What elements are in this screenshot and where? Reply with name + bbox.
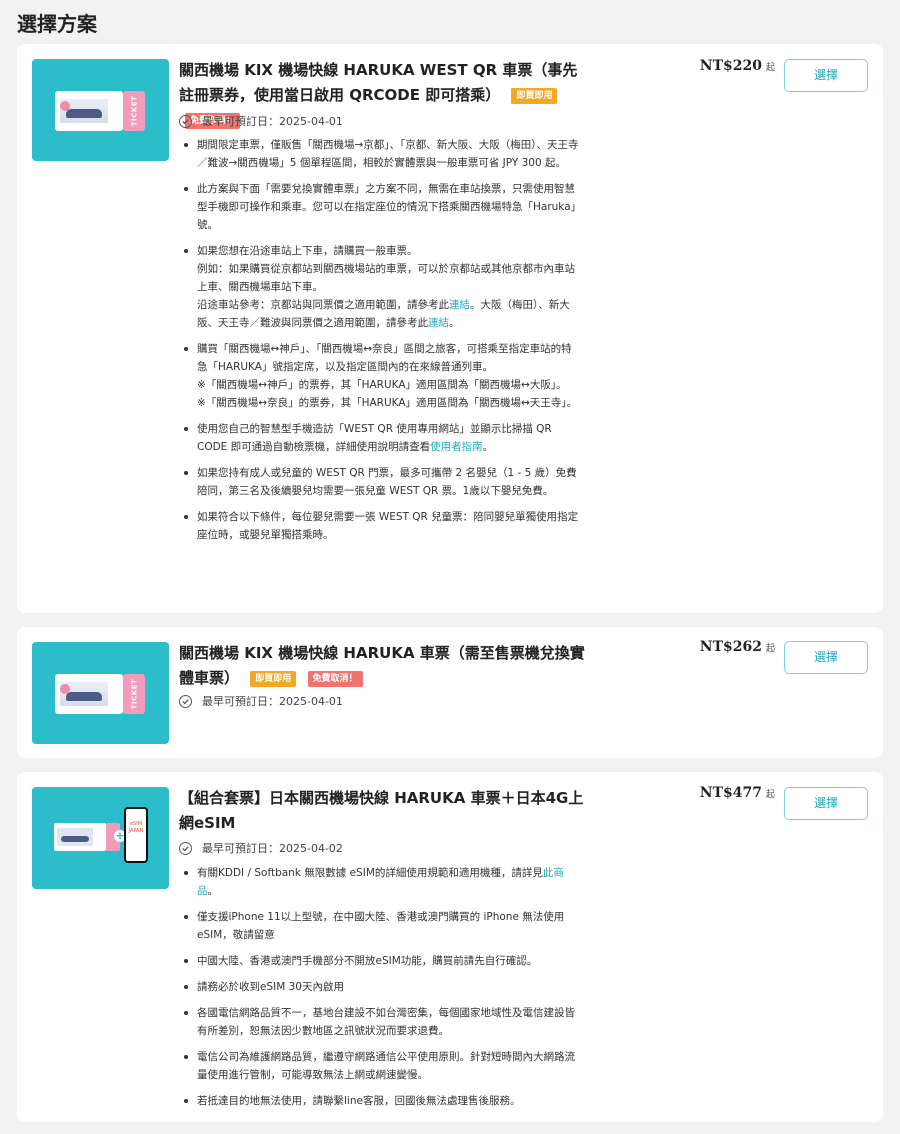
ticket-image <box>54 823 106 851</box>
date-value: 2025-04-02 <box>279 841 343 855</box>
price: NT$477 起 <box>699 785 775 801</box>
date-label: 最早可預訂日： <box>202 115 279 128</box>
earliest-date-row: 最早可預訂日： 2025-04-01 <box>179 693 343 709</box>
price: NT$262 起 <box>699 639 775 655</box>
plan-thumbnail[interactable]: TICKET <box>32 642 169 744</box>
plan-thumbnail[interactable]: + eSIM JAPAN <box>32 787 169 889</box>
plan-details-list: 期間限定車票，僅販售「關西機場→京都」、「京都、新大阪、大阪（梅田）、天王寺／難… <box>179 136 579 552</box>
list-item: 請務必於收到eSIM 30天內啟用 <box>179 978 579 996</box>
link-osaka[interactable]: 連結 <box>428 317 449 329</box>
list-item: 若抵達目的地無法使用，請聯繫line客服，回國後無法處理售後服務。 <box>179 1092 579 1110</box>
link-kyoto[interactable]: 連結 <box>449 299 470 311</box>
instant-badge: 即買即用 <box>250 671 297 687</box>
user-guide-link[interactable]: 使用者指南 <box>430 441 483 453</box>
check-circle-icon <box>179 114 192 128</box>
check-circle-icon <box>179 694 192 708</box>
date-label: 最早可預訂日： <box>202 695 279 708</box>
instant-badge: 即買即用 <box>511 88 558 104</box>
select-button[interactable]: 選擇 <box>784 641 868 674</box>
ticket-image <box>55 674 123 714</box>
list-item: 中國大陸、香港或澳門手機部分不開放eSIM功能，購買前請先自行確認。 <box>179 952 579 970</box>
list-item: 購買「關西機場↔神戶」、「關西機場↔奈良」區間之旅客，可搭乘至指定車站的特急「H… <box>179 340 579 412</box>
list-item: 期間限定車票，僅販售「關西機場→京都」、「京都、新大阪、大阪（梅田）、天王寺／難… <box>179 136 579 172</box>
plan-card-1: TICKET 關西機場 KIX 機場快線 HARUKA WEST QR 車票（事… <box>17 44 883 613</box>
list-item: 此方案與下面「需要兌換實體車票」之方案不同，無需在車站換票，只需使用智慧型手機即… <box>179 180 579 234</box>
earliest-date-row: 最早可預訂日： 2025-04-02 <box>179 840 343 856</box>
list-item: 如果您想在沿途車站上下車，請購買一般車票。 例如：如果購買從京都站到關西機場站的… <box>179 242 579 332</box>
date-value: 2025-04-01 <box>279 114 343 128</box>
list-item: 各國電信網路品質不一，基地台建設不如台灣密集，每個國家地域性及電信建設皆有所差別… <box>179 1004 579 1040</box>
date-value: 2025-04-01 <box>279 694 343 708</box>
plan-card-2: TICKET 關西機場 KIX 機場快線 HARUKA 車票（需至售票機兌換實體… <box>17 627 883 758</box>
list-item: 使用您自己的智慧型手機造訪「WEST QR 使用專用網站」並顯示比掃描 QR C… <box>179 420 579 456</box>
plan-details-list: 有關KDDI / Softbank 無限數據 eSIM的詳細使用規範和適用機種，… <box>179 864 579 1118</box>
plan-title: 【組合套票】日本關西機場快線 HARUKA 車票＋日本4G上網eSIM <box>179 789 584 832</box>
plan-thumbnail[interactable]: TICKET <box>32 59 169 161</box>
list-item: 電信公司為維護網路品質，繼遵守網路通信公平使用原則。針對短時間內大網路流量使用進… <box>179 1048 579 1084</box>
section-title: 選擇方案 <box>17 12 97 36</box>
date-label: 最早可預訂日： <box>202 842 279 855</box>
free-cancel-badge: 免費取消！ <box>307 671 363 687</box>
phone-icon: eSIM JAPAN <box>124 807 148 863</box>
list-item: 有關KDDI / Softbank 無限數據 eSIM的詳細使用規範和適用機種，… <box>179 864 579 900</box>
check-circle-icon <box>179 841 192 855</box>
plan-card-3: + eSIM JAPAN 【組合套票】日本關西機場快線 HARUKA 車票＋日本… <box>17 772 883 1122</box>
list-item: 如果符合以下條件，每位嬰兒需要一張 WEST QR 兒童票：陪同嬰兒單獨使用指定… <box>179 508 579 544</box>
earliest-date-row: 最早可預訂日： 2025-04-01 <box>179 113 343 129</box>
select-button[interactable]: 選擇 <box>784 59 868 92</box>
list-item: 如果您持有成人或兒童的 WEST QR 門票，最多可攜帶 2 名嬰兒（1 - 5… <box>179 464 579 500</box>
select-button[interactable]: 選擇 <box>784 787 868 820</box>
ticket-image <box>55 91 123 131</box>
plan-title: 關西機場 KIX 機場快線 HARUKA 車票（需至售票機兌換實體車票） 即買即… <box>179 644 585 687</box>
price: NT$220 起 <box>699 58 775 74</box>
ticket-stub: TICKET <box>123 91 145 131</box>
list-item: 僅支援iPhone 11以上型號，在中國大陸、香港或澳門購買的 iPhone 無… <box>179 908 579 944</box>
ticket-stub: TICKET <box>123 674 145 714</box>
